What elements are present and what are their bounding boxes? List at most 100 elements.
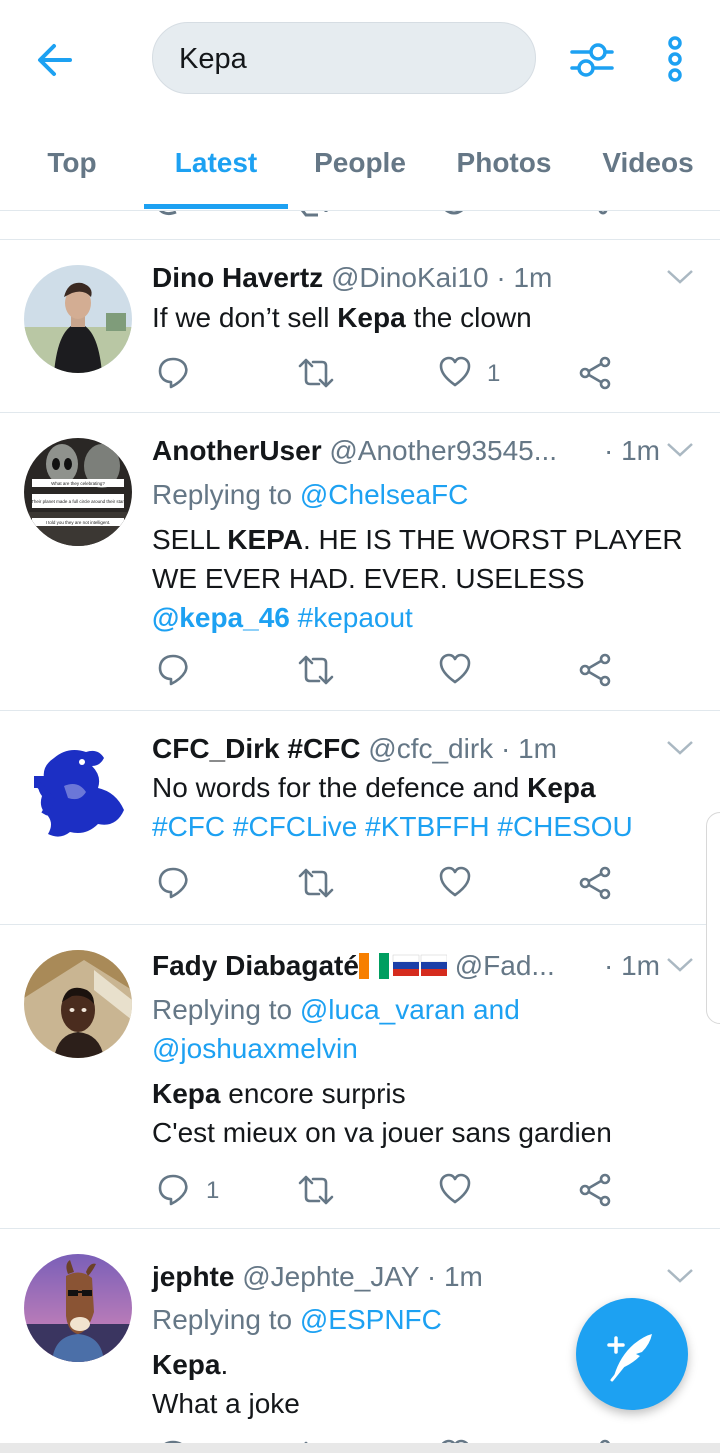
display-name[interactable]: jephte <box>152 1261 234 1292</box>
avatar[interactable] <box>24 736 132 844</box>
separator: · <box>496 262 506 293</box>
reply-bubble-icon[interactable] <box>157 1173 189 1213</box>
display-name[interactable]: CFC_Dirk #CFC <box>152 733 360 764</box>
tab-people[interactable]: People <box>288 118 432 210</box>
tweet-actions <box>0 866 720 906</box>
handle: @DinoKai10 <box>330 262 489 293</box>
handle: @Another93545... <box>329 435 558 466</box>
retweet-icon[interactable] <box>297 356 335 396</box>
flag-emojis-icon <box>358 953 448 979</box>
more-vertical-icon[interactable] <box>660 34 690 86</box>
replying-to-label: Replying to <box>152 1304 300 1335</box>
tweet-dino-havertz[interactable]: Dino Havertz @DinoKai10 · 1m If we don’t… <box>0 239 720 413</box>
tab-videos[interactable]: Videos <box>576 118 720 210</box>
timestamp: 1m <box>621 435 660 466</box>
search-input[interactable] <box>177 23 521 95</box>
retweet-icon[interactable] <box>297 866 335 906</box>
tweet-header: Dino Havertz @DinoKai10 · 1m <box>152 261 660 295</box>
heart-icon[interactable] <box>438 1173 472 1213</box>
avatar-meme-caption-2: Their planet made a full circle around t… <box>31 499 125 504</box>
text-part: If we don’t sell <box>152 302 338 333</box>
tweet-header: CFC_Dirk #CFC @cfc_dirk · 1m <box>152 732 660 766</box>
tweet-actions: 1 <box>0 356 720 396</box>
chevron-down-icon[interactable] <box>666 738 694 758</box>
mention-link[interactable]: @kepa_46 <box>152 602 290 633</box>
avatar[interactable] <box>24 1254 132 1362</box>
scrollbar-thumb[interactable] <box>706 812 720 1024</box>
timestamp: 1m <box>513 262 553 293</box>
tweet-text-line-3: @kepa_46 #kepaout <box>152 598 680 637</box>
separator: · <box>500 733 511 764</box>
keyword-highlight: Kepa <box>337 302 406 333</box>
mention-link[interactable]: @ESPNFC <box>300 1304 442 1335</box>
avatar[interactable] <box>24 950 132 1058</box>
reply-bubble-icon[interactable] <box>157 356 189 396</box>
retweet-icon[interactable] <box>297 653 335 693</box>
display-name[interactable]: Fady Diabagaté <box>152 950 359 981</box>
heart-icon[interactable] <box>438 866 472 906</box>
tweet-cfc-dirk[interactable]: CFC_Dirk #CFC @cfc_dirk · 1m No words fo… <box>0 710 720 925</box>
tweet-fady-diabagate[interactable]: Fady Diabagaté @Fad... · 1m Replying to … <box>0 924 720 1229</box>
tweet-anotheruser[interactable]: What are they celebrating? Their planet … <box>0 412 720 711</box>
tweet-text-line-2: WE EVER HAD. EVER. USELESS <box>152 563 585 594</box>
display-name[interactable]: Dino Havertz <box>152 262 323 293</box>
chevron-down-icon[interactable] <box>666 267 694 287</box>
search-field[interactable] <box>152 22 536 95</box>
heart-icon[interactable] <box>438 356 472 396</box>
tweet-actions <box>0 653 720 693</box>
search-tabs: Top Latest People Photos Videos <box>0 118 720 210</box>
chevron-down-icon[interactable] <box>666 955 694 975</box>
tweet-text-line-2: C'est mieux on va jouer sans gardien <box>152 1117 612 1148</box>
tweet-text: No words for the defence and Kepa <box>152 768 680 807</box>
filter-sliders-icon[interactable] <box>568 36 616 84</box>
tweet-text-line-1: SELL KEPA. HE IS THE WORST PLAYER <box>152 520 683 559</box>
avatar[interactable]: What are they celebrating? Their planet … <box>24 438 132 546</box>
share-icon[interactable] <box>579 356 613 396</box>
compose-feather-icon <box>607 1334 652 1382</box>
tweet-feed[interactable]: Dino Havertz @DinoKai10 · 1m If we don’t… <box>0 210 720 1443</box>
heart-icon[interactable] <box>438 653 472 693</box>
mention-link[interactable]: @joshuaxmelvin <box>152 1033 358 1064</box>
compose-button[interactable] <box>576 1298 688 1410</box>
active-tab-indicator <box>144 204 288 209</box>
handle: @Fad... <box>454 950 555 981</box>
mention-link[interactable]: @ChelseaFC <box>300 479 468 510</box>
reply-bubble-icon[interactable] <box>157 866 189 906</box>
avatar-meme-caption-3: I told you they are not intelligent. <box>46 520 111 525</box>
tab-latest[interactable]: Latest <box>144 118 288 210</box>
arrow-left-icon[interactable] <box>30 34 82 86</box>
mention-link[interactable]: @luca_varan <box>300 994 465 1025</box>
keyword-highlight: KEPA <box>227 524 303 555</box>
replying-and-text: and <box>465 994 520 1025</box>
chevron-down-icon[interactable] <box>666 1266 694 1286</box>
keyword-highlight: Kepa <box>527 772 596 803</box>
top-bar: Top Latest People Photos Videos <box>0 0 720 211</box>
text-part: . HE IS THE WORST PLAYER <box>302 524 683 555</box>
separator: · <box>603 435 614 466</box>
display-name[interactable]: AnotherUser <box>152 435 322 466</box>
share-icon[interactable] <box>579 866 613 906</box>
timestamp-group: · 1m <box>597 949 660 983</box>
tweet-actions: 1 <box>0 1173 720 1213</box>
tab-photos[interactable]: Photos <box>432 118 576 210</box>
text-part: SELL <box>152 524 228 555</box>
hashtag-links[interactable]: #CFC #CFCLive #KTBFFH #CHESOU <box>152 807 680 846</box>
like-count: 1 <box>487 360 501 387</box>
tweet-header: AnotherUser @Another93545... · 1m <box>152 434 660 468</box>
handle: @Jephte_JAY <box>242 1261 420 1292</box>
timestamp: 1m <box>518 733 557 764</box>
previous-tweet-actions <box>0 210 720 240</box>
share-icon[interactable] <box>579 653 613 693</box>
replying-to-line-2: @joshuaxmelvin <box>152 1029 680 1068</box>
reply-bubble-icon[interactable] <box>157 653 189 693</box>
tweet-header: jephte @Jephte_JAY · 1m <box>152 1260 660 1294</box>
chevron-down-icon[interactable] <box>666 440 694 460</box>
retweet-icon[interactable] <box>297 1173 335 1213</box>
text-part: No words for the defence and <box>152 772 528 803</box>
reply-count: 1 <box>206 1177 220 1204</box>
text-part: the clown <box>405 302 532 333</box>
share-icon[interactable] <box>579 1173 613 1213</box>
replying-to: Replying to @luca_varan and <box>152 990 680 1029</box>
hashtag-link[interactable]: #kepaout <box>298 602 413 633</box>
tab-top[interactable]: Top <box>0 118 144 210</box>
